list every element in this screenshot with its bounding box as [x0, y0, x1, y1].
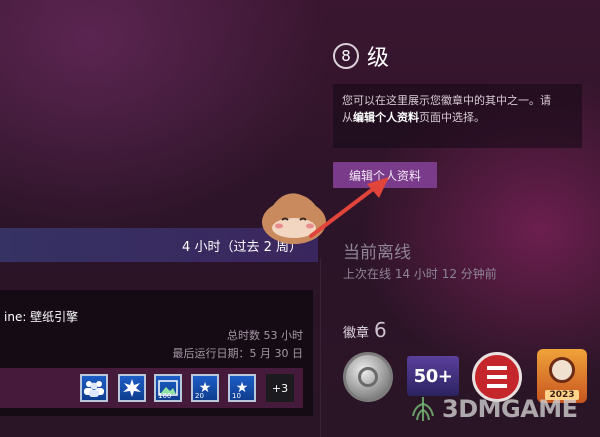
silver-coin-badge-icon[interactable] [343, 352, 393, 402]
star-achievement-icon[interactable]: ★ 10 [228, 374, 256, 402]
game-last-played: 最后运行日期：5 月 30 日 [172, 347, 304, 360]
last-online-text: 上次在线 14 小时 12 分钟前 [343, 267, 497, 281]
info-prefix: 从 [342, 111, 353, 124]
steam-disc [549, 357, 575, 383]
badges-header[interactable]: 徽章 6 [343, 318, 387, 342]
coin-ring [358, 367, 378, 387]
level-section: 8 级 [333, 40, 389, 72]
game-total-time: 总时数 53 小时 [227, 329, 303, 342]
badges-count[interactable]: 6 [374, 318, 387, 342]
level-50-badge-text: 50+ [413, 365, 453, 387]
achievement-number: 20 [195, 392, 204, 400]
level-label: 级 [367, 46, 390, 71]
info-text-line1: 您可以在这里展示您徽章中的其中之一。请 [342, 94, 551, 107]
splash-achievement-icon[interactable] [118, 374, 146, 402]
info-edit-profile-link[interactable]: 编辑个人资料 [353, 111, 419, 124]
watermark: 3DMGAME [408, 394, 578, 424]
column-divider [320, 258, 321, 437]
people-glyph [84, 381, 104, 397]
people-achievement-icon[interactable] [80, 374, 108, 402]
star-achievement-icon[interactable]: ★ 20 [191, 374, 219, 402]
game-name[interactable]: ine: 壁纸引擎 [4, 308, 78, 325]
annotation-arrow-icon [309, 177, 389, 238]
more-achievements-button[interactable]: +3 [266, 374, 294, 402]
splash-glyph [123, 379, 141, 397]
achievement-strip: 100 ★ 20 ★ 10 +3 [0, 368, 303, 408]
watermark-logo-icon [412, 397, 434, 421]
level-badge: 8 [333, 43, 359, 69]
achievement-number: 100 [158, 392, 172, 400]
achievement-number: 10 [232, 392, 241, 400]
info-text-line2: 从编辑个人资料页面中选择。 [342, 109, 573, 126]
info-suffix: 页面中选择。 [419, 111, 485, 124]
badges-label[interactable]: 徽章 [343, 322, 369, 341]
watermark-text: 3DMGAME [442, 395, 578, 423]
level-50-badge-icon[interactable]: 50+ [407, 356, 459, 396]
game-card[interactable]: ine: 壁纸引擎 总时数 53 小时 最后运行日期：5 月 30 日 100 … [0, 290, 313, 416]
badge-showcase-info: 您可以在这里展示您徽章中的其中之一。请 从编辑个人资料页面中选择。 [333, 84, 582, 148]
image-achievement-icon[interactable]: 100 [154, 374, 182, 402]
emblem-stripes [487, 366, 507, 388]
